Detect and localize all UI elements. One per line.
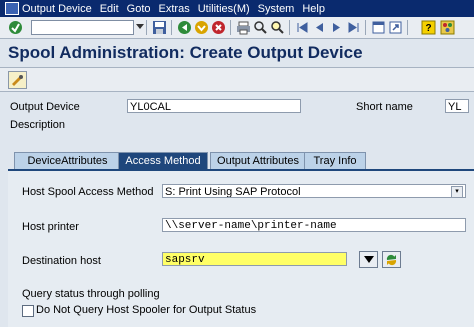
short-name-label: Short name — [356, 101, 413, 113]
tab-device-attributes[interactable]: DeviceAttributes — [14, 152, 121, 169]
back-icon[interactable] — [177, 20, 192, 35]
tab-output-attributes[interactable]: Output Attributes — [210, 152, 306, 169]
destination-host-dropdown-button[interactable] — [359, 251, 378, 268]
pencil-glasses-icon — [12, 75, 23, 86]
application-toolbar — [0, 68, 474, 92]
query-status-label: Query status through polling — [22, 288, 160, 300]
toolbar-divider — [365, 20, 366, 35]
menu-edit[interactable]: Edit — [96, 3, 123, 15]
output-device-field[interactable]: YL0CAL — [127, 99, 301, 113]
dropdown-icon[interactable]: ▾ — [451, 186, 463, 197]
find-next-icon[interactable] — [270, 20, 285, 35]
save-icon[interactable] — [152, 20, 167, 35]
menu-extras[interactable]: Extras — [155, 3, 194, 15]
refresh-button[interactable] — [382, 251, 401, 268]
menu-help[interactable]: Help — [298, 3, 329, 15]
tab-tray-info[interactable]: Tray Info — [304, 152, 366, 169]
host-spool-value: S: Print Using SAP Protocol — [165, 186, 301, 198]
host-printer-label: Host printer — [22, 221, 79, 233]
chevron-down-icon[interactable] — [136, 24, 144, 29]
help-icon[interactable]: ? — [421, 20, 436, 35]
cancel-icon[interactable] — [211, 20, 226, 35]
menu-bar: Output Device Edit Goto Extras Utilities… — [0, 0, 474, 17]
description-label: Description — [10, 119, 66, 131]
layout-icon[interactable] — [440, 20, 455, 35]
create-session-icon[interactable] — [371, 20, 386, 35]
first-page-icon[interactable] — [295, 20, 310, 35]
page-title: Spool Administration: Create Output Devi… — [8, 43, 363, 62]
toolbar-divider — [146, 20, 147, 35]
destination-host-label: Destination host — [22, 255, 101, 267]
command-field[interactable] — [31, 20, 134, 35]
host-printer-field[interactable]: \\server-name\printer-name — [162, 218, 466, 232]
no-query-label: Do Not Query Host Spooler for Output Sta… — [36, 304, 257, 316]
chevron-down-icon — [363, 256, 374, 263]
toolbar-divider — [289, 20, 290, 35]
exit-icon[interactable] — [194, 20, 209, 35]
toolbar-divider — [407, 20, 408, 35]
menu-goto[interactable]: Goto — [123, 3, 155, 15]
destination-host-field[interactable]: sapsrv — [162, 252, 347, 266]
tab-access-method[interactable]: Access Method — [118, 152, 208, 170]
short-name-field[interactable]: YL — [445, 99, 469, 113]
no-query-checkbox[interactable] — [22, 305, 34, 317]
menu-utilities[interactable]: Utilities(M) — [194, 3, 254, 15]
title-bar: Spool Administration: Create Output Devi… — [0, 39, 474, 68]
svg-text:?: ? — [426, 23, 432, 34]
shortcut-icon[interactable] — [388, 20, 403, 35]
sap-menu-icon[interactable] — [2, 1, 22, 16]
host-spool-label: Host Spool Access Method — [22, 186, 154, 198]
refresh-icon — [386, 254, 397, 265]
last-page-icon[interactable] — [346, 20, 361, 35]
print-icon[interactable] — [236, 20, 251, 35]
find-icon[interactable] — [253, 20, 268, 35]
host-spool-select[interactable]: S: Print Using SAP Protocol ▾ — [162, 184, 466, 198]
menu-system[interactable]: System — [254, 3, 299, 15]
display-change-button[interactable] — [8, 71, 27, 89]
toolbar-divider — [230, 20, 231, 35]
output-device-label: Output Device — [10, 101, 80, 113]
toolbar-divider — [171, 20, 172, 35]
menu-output-device[interactable]: Output Device — [22, 3, 96, 15]
standard-toolbar: ? — [0, 17, 474, 39]
previous-page-icon[interactable] — [312, 20, 327, 35]
enter-icon[interactable] — [8, 20, 23, 35]
next-page-icon[interactable] — [329, 20, 344, 35]
